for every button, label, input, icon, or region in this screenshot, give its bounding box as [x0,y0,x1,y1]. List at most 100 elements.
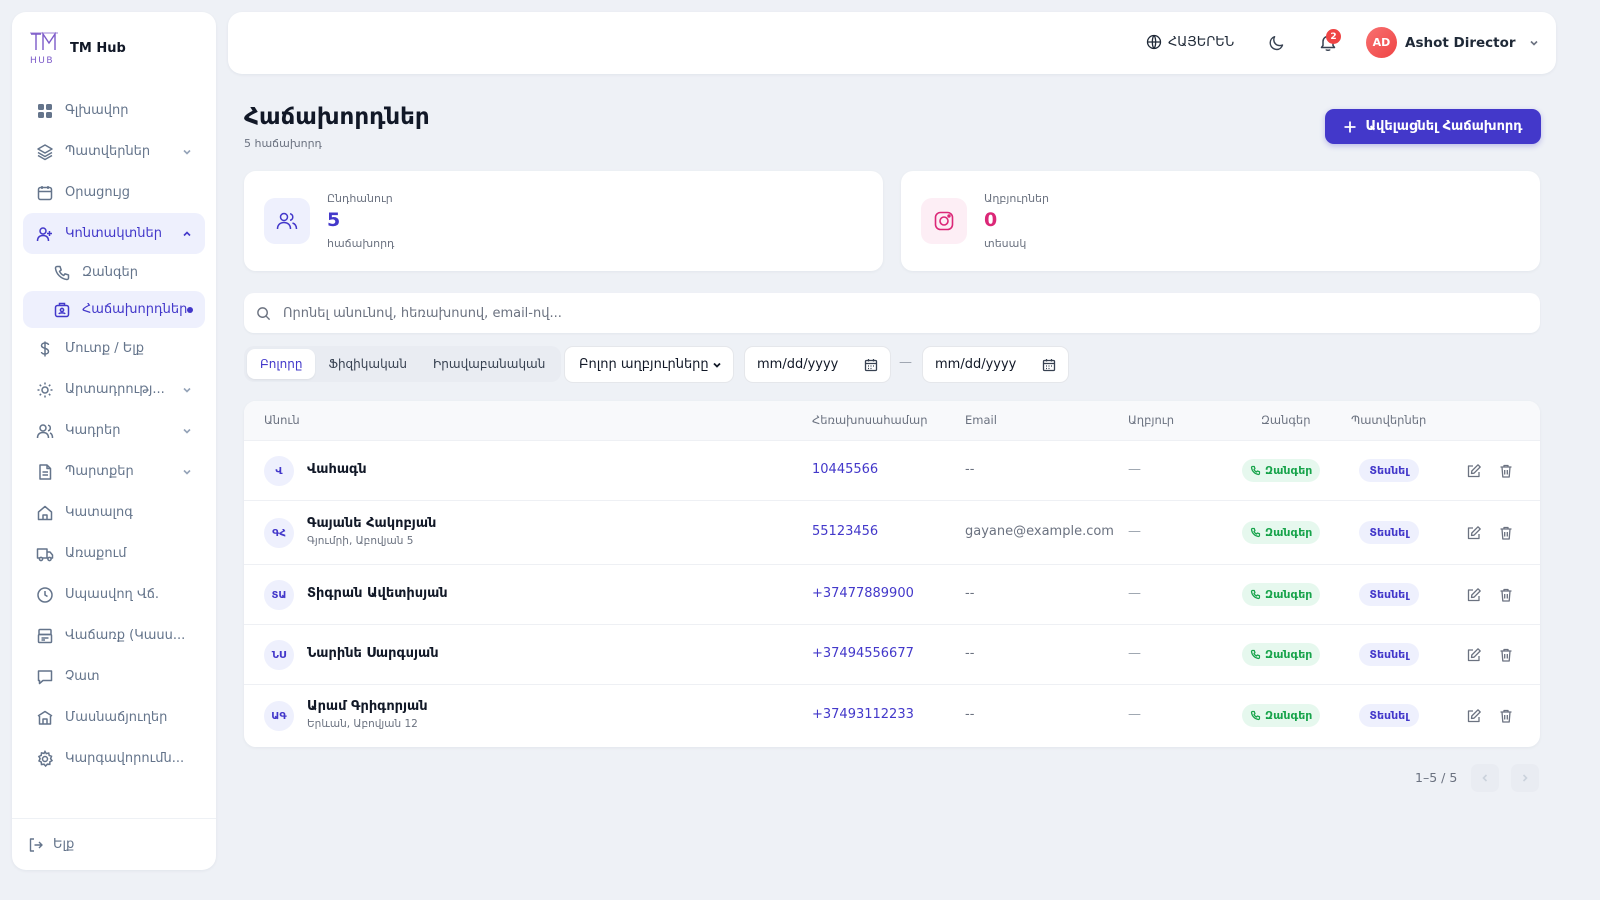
sidebar-item-debts[interactable]: Պարտքեր [23,451,205,492]
client-email: -- [965,586,975,601]
view-orders-button[interactable]: Տեսնել [1359,521,1419,544]
view-orders-button[interactable]: Տեսնել [1359,583,1419,606]
add-client-button[interactable]: Ավելացնել Հաճախորդ [1325,109,1541,144]
next-page-button[interactable] [1511,764,1539,792]
column-header-calls[interactable]: Զանգեր [1261,413,1311,427]
chevron-down-icon [183,428,191,434]
sidebar-item-calls[interactable]: Զանգեր [23,254,205,291]
home-icon [37,505,53,520]
language-switcher[interactable]: ՀԱՅԵՐԵՆ [1146,34,1234,50]
filter-legal-entity-tab[interactable]: Իրավաբանական [420,349,558,379]
calls-label: Զանգեր [1265,709,1313,722]
sidebar-item-staff[interactable]: Կադրեր [23,410,205,451]
search-input[interactable] [283,305,1540,321]
calls-button[interactable]: Զանգեր [1242,583,1321,606]
column-header-source[interactable]: Աղբյուր [1128,413,1174,427]
sidebar-item-dashboard[interactable]: Գլխավոր [23,90,205,131]
trash-icon[interactable] [1498,525,1514,541]
trash-icon[interactable] [1498,708,1514,724]
filter-all-tab[interactable]: Բոլորը [247,349,316,379]
trash-icon[interactable] [1498,463,1514,479]
client-email: -- [965,462,975,477]
language-label: ՀԱՅԵՐԵՆ [1168,34,1235,50]
calendar-icon[interactable] [1042,358,1056,372]
client-email: -- [965,707,975,722]
column-header-orders[interactable]: Պատվերներ [1351,413,1426,427]
client-type-filter: Բոլորը Ֆիզիկական Իրավաբանական [244,346,562,382]
client-name[interactable]: Վահագն [307,462,367,477]
view-orders-button[interactable]: Տեսնել [1359,704,1419,727]
dashboard-icon [38,103,52,118]
edit-icon[interactable] [1466,708,1482,724]
table-row[interactable]: Վ Վահագն 10445566 -- — Զանգեր Տեսնել [244,441,1540,501]
calls-button[interactable]: Զանգեր [1242,459,1321,482]
source-select[interactable]: Բոլոր աղբյուրները [564,346,734,383]
column-header-email[interactable]: Email [965,413,997,427]
table-row[interactable]: ՏԱ Տիգրան Ավետիսյան +37477889900 -- — Զա… [244,565,1540,625]
table-row[interactable]: ԳՀ Գայանե Հակոբյան Գյումրի, Աբովյան 5 55… [244,501,1540,565]
sidebar-item-sales[interactable]: Վաճառք (Կասս... [23,615,205,656]
calendar-icon[interactable] [864,358,878,372]
edit-icon[interactable] [1466,463,1482,479]
user-name: Ashot Director [1405,34,1516,51]
sidebar-item-clients[interactable]: Հաճախորդներ [23,291,205,328]
brand[interactable]: HUB TM Hub [28,30,126,66]
table-row[interactable]: ԱԳ Արամ Գրիգորյան Երևան, Աբովյան 12 +374… [244,685,1540,747]
prev-page-button[interactable] [1471,764,1499,792]
chevron-down-icon [183,387,191,393]
client-avatar: ՏԱ [264,580,294,610]
sidebar-item-label: Պատվերներ [65,144,151,159]
client-phone[interactable]: +37477889900 [812,586,914,601]
date-to-input[interactable]: mm/dd/yyyy [922,346,1069,383]
sidebar-item-branches[interactable]: Մասնաճյուղեր [23,697,205,738]
client-phone[interactable]: +37494556677 [812,646,914,661]
sidebar-item-label: Սպասվող Վճ. [65,587,160,602]
sidebar-item-settings[interactable]: Կարգավորումն... [23,738,205,779]
sidebar-item-cashflow[interactable]: Մուտք / Ելք [23,328,205,369]
view-orders-button[interactable]: Տեսնել [1359,459,1419,482]
view-orders-button[interactable]: Տեսնել [1359,643,1419,666]
sidebar-item-production[interactable]: Արտադրությ... [23,369,205,410]
logout-button[interactable]: Ելք [12,818,216,870]
client-phone[interactable]: 55123456 [812,524,878,539]
client-email[interactable]: gayane@example.com [965,524,1114,539]
column-header-name[interactable]: Անուն [264,413,300,427]
dark-mode-toggle-icon[interactable] [1268,34,1286,52]
table-row[interactable]: ՆՍ Նարինե Սարգսյան +37494556677 -- — Զան… [244,625,1540,685]
client-name[interactable]: Գայանե Հակոբյան [307,516,436,531]
page-subtitle: 5 հաճախորդ [244,137,322,150]
sidebar-item-catalog[interactable]: Կատալոգ [23,492,205,533]
production-icon [37,382,53,397]
date-from-input[interactable]: mm/dd/yyyy [744,346,891,383]
sidebar-item-chat[interactable]: Չատ [23,656,205,697]
sidebar-item-calendar[interactable]: Օրացույց [23,172,205,213]
client-phone[interactable]: 10445566 [812,462,878,477]
client-name[interactable]: Արամ Գրիգորյան [307,699,428,714]
client-avatar: ԱԳ [264,701,294,731]
column-header-phone[interactable]: Հեռախոսահամար [812,413,928,427]
edit-icon[interactable] [1466,525,1482,541]
client-name[interactable]: Նարինե Սարգսյան [307,646,439,661]
edit-icon[interactable] [1466,647,1482,663]
sidebar-item-orders[interactable]: Պատվերներ [23,131,205,172]
phone-icon [1250,465,1261,476]
calls-button[interactable]: Զանգեր [1242,704,1321,727]
client-phone[interactable]: +37493112233 [812,707,914,722]
client-address: Երևան, Աբովյան 12 [307,718,418,730]
trash-icon[interactable] [1498,587,1514,603]
user-menu[interactable]: AD Ashot Director [1366,27,1540,58]
sidebar-item-contacts[interactable]: Կոնտակտներ [23,213,205,254]
client-name[interactable]: Տիգրան Ավետիսյան [307,586,448,601]
filter-individual-tab[interactable]: Ֆիզիկական [315,349,420,379]
calls-button[interactable]: Զանգեր [1242,643,1321,666]
edit-icon[interactable] [1466,587,1482,603]
trash-icon[interactable] [1498,647,1514,663]
sidebar-item-pending-payments[interactable]: Սպասվող Վճ. [23,574,205,615]
calls-label: Զանգեր [1265,588,1313,601]
calls-button[interactable]: Զանգեր [1242,521,1321,544]
client-source: — [1128,586,1141,601]
document-icon [39,463,52,480]
contacts-icon [36,226,52,241]
user-avatar: AD [1366,27,1397,58]
sidebar-item-delivery[interactable]: Առաքում [23,533,205,574]
